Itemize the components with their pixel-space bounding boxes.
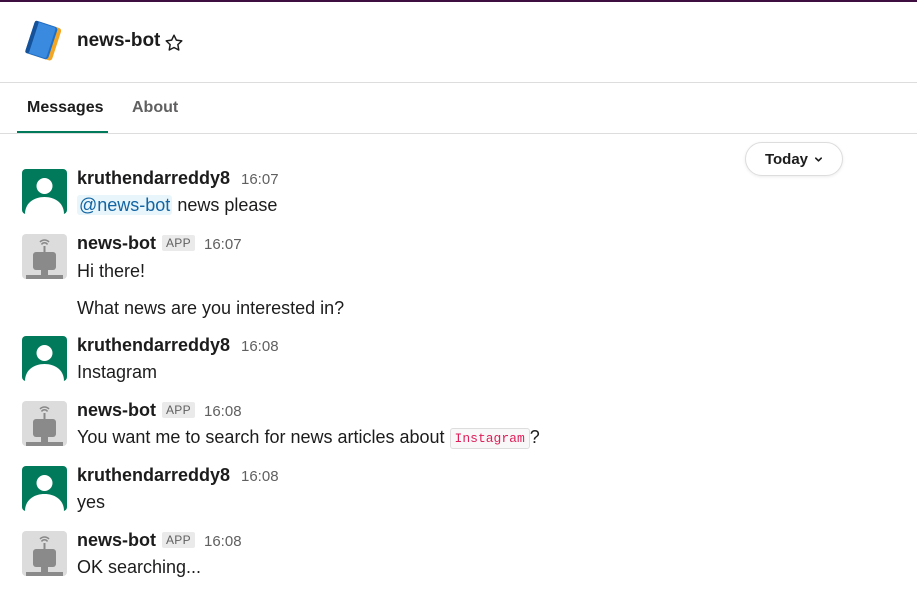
message-author[interactable]: news-bot — [77, 233, 156, 254]
message-text: What news are you interested in? — [77, 298, 345, 318]
message-text: Hi there! — [77, 261, 146, 281]
user-avatar[interactable] — [22, 466, 67, 511]
message-timestamp[interactable]: 16:08 — [241, 468, 279, 485]
user-avatar[interactable] — [22, 169, 67, 214]
user-avatar[interactable] — [22, 336, 67, 381]
app-badge: APP — [162, 402, 195, 418]
bot-avatar[interactable] — [22, 401, 67, 446]
chevron-down-icon — [815, 156, 823, 162]
date-label: Today — [764, 150, 809, 168]
message-timestamp[interactable]: 16:08 — [204, 533, 242, 550]
message-text: Instagram — [77, 362, 158, 382]
tab-messages[interactable]: Messages — [27, 99, 104, 117]
message-text: @news-bot news please — [77, 195, 278, 215]
inline-code: Instagram — [449, 428, 530, 449]
bot-avatar[interactable] — [22, 234, 67, 279]
message-text: You want me to search for news articles … — [77, 427, 540, 449]
bot-avatar[interactable] — [22, 531, 67, 576]
message-author[interactable]: news-bot — [77, 400, 156, 421]
message-author[interactable]: kruthendarreddy8 — [77, 465, 230, 486]
channel-header: news-bot — [0, 2, 917, 82]
message-timestamp[interactable]: 16:08 — [204, 403, 242, 420]
message-text: yes — [77, 492, 106, 512]
message-text: OK searching... — [77, 557, 202, 577]
message-author[interactable]: news-bot — [77, 530, 156, 551]
star-outline-icon[interactable] — [163, 32, 185, 54]
app-badge: APP — [162, 532, 195, 548]
robot-icon — [26, 239, 63, 279]
tabs-divider — [0, 133, 917, 134]
person-icon — [25, 345, 64, 381]
header-divider — [0, 82, 917, 83]
message-author[interactable]: kruthendarreddy8 — [77, 335, 230, 356]
robot-icon — [26, 406, 63, 446]
message-timestamp[interactable]: 16:08 — [241, 338, 279, 355]
book-icon — [25, 20, 62, 61]
tab-about[interactable]: About — [132, 99, 178, 117]
message-timestamp[interactable]: 16:07 — [204, 236, 242, 253]
message-timestamp[interactable]: 16:07 — [241, 171, 279, 188]
person-icon — [25, 178, 64, 214]
user-mention[interactable]: @news-bot — [77, 195, 173, 215]
app-badge: APP — [162, 235, 195, 251]
channel-title: news-bot — [77, 30, 161, 51]
robot-icon — [26, 536, 63, 576]
person-icon — [25, 475, 64, 511]
date-jump-button[interactable]: Today — [745, 142, 843, 176]
message-author[interactable]: kruthendarreddy8 — [77, 168, 230, 189]
